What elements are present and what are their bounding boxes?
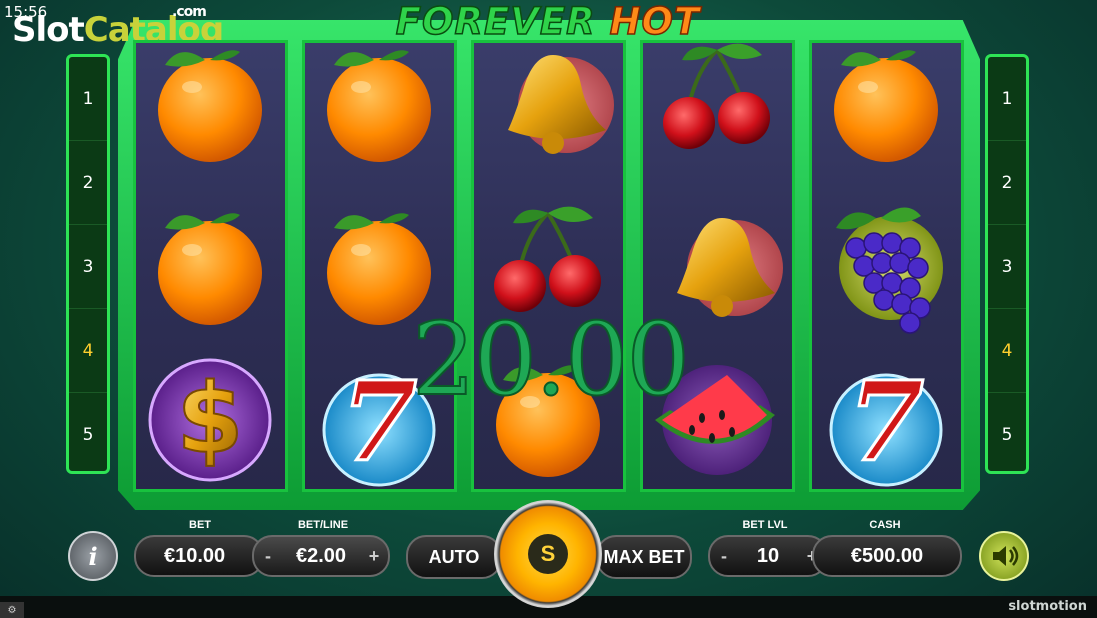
auto-label: AUTO xyxy=(428,546,480,567)
orange-icon xyxy=(158,50,262,162)
betline-value: €2.00 xyxy=(295,544,347,567)
bell-icon xyxy=(508,55,614,154)
orange-icon xyxy=(327,50,431,162)
betline-label: BET/LINE xyxy=(297,519,349,531)
svg-text:$: $ xyxy=(177,363,244,475)
sound-button[interactable] xyxy=(979,531,1029,581)
win-amount: 20.00 xyxy=(411,301,691,418)
betlvl-label: BET LVL xyxy=(742,519,788,531)
settings-icon[interactable]: ⚙ xyxy=(0,602,24,618)
speaker-icon xyxy=(993,546,1019,566)
bet-label: BET xyxy=(189,519,211,531)
betlvl-minus-button[interactable]: - xyxy=(714,537,734,575)
info-button[interactable]: i xyxy=(68,531,118,581)
cash-label: CASH xyxy=(869,519,901,531)
dollar-icon: $ xyxy=(148,358,272,482)
provider-logo: slotmotion xyxy=(1008,599,1087,614)
cash-value: €500.00 xyxy=(850,544,924,567)
orange-icon xyxy=(158,213,262,325)
cash-display: €500.00 xyxy=(812,535,962,577)
max-bet-button[interactable]: MAX BET xyxy=(596,535,692,579)
cherry-icon xyxy=(663,43,770,149)
spin-icon: S xyxy=(528,534,568,574)
bet-display: €10.00 xyxy=(134,535,264,577)
orange-icon xyxy=(834,50,938,162)
cherry-icon xyxy=(494,206,601,312)
seven-icon: 7 xyxy=(829,356,943,488)
svg-text:7: 7 xyxy=(848,357,925,486)
betline-minus-button[interactable]: - xyxy=(258,537,278,575)
bell-icon xyxy=(677,218,783,317)
betlvl-stepper: - 10 + xyxy=(708,535,828,577)
max-bet-label: MAX BET xyxy=(603,546,685,567)
betline-stepper: - €2.00 + xyxy=(252,535,390,577)
info-icon: i xyxy=(88,541,98,571)
bet-value: €10.00 xyxy=(164,544,226,567)
betlvl-value: 10 xyxy=(756,544,780,567)
betline-plus-button[interactable]: + xyxy=(364,537,384,575)
spin-button[interactable]: S xyxy=(494,500,602,608)
grapes-icon xyxy=(836,207,943,334)
auto-button[interactable]: AUTO xyxy=(406,535,502,579)
